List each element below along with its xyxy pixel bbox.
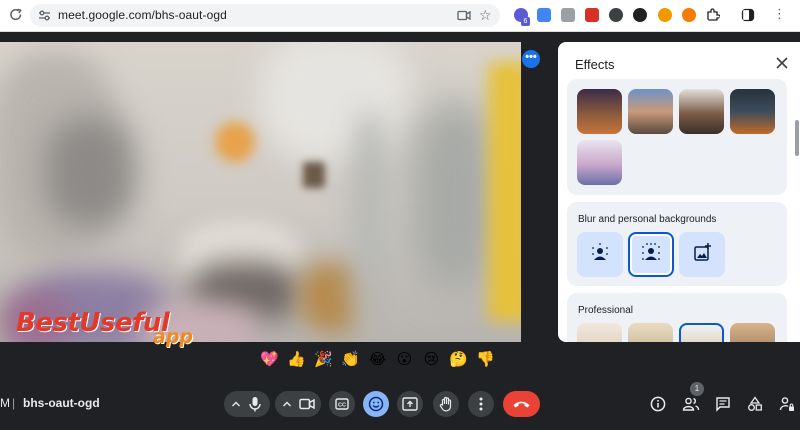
reaction-tears-of-joy[interactable]: 😂 (366, 348, 389, 371)
puzzle-icon[interactable] (706, 8, 720, 22)
camera-control (275, 391, 321, 417)
professional-section-title: Professional (578, 305, 634, 316)
extension-orange2-icon[interactable] (682, 8, 696, 22)
call-end-icon (513, 401, 530, 408)
blur-section-title: Blur and personal backgrounds (578, 214, 717, 225)
mic-icon[interactable] (248, 396, 262, 412)
backgrounds-card (567, 79, 787, 195)
panel-scrollbar[interactable] (795, 120, 799, 156)
present-screen-icon (402, 397, 418, 411)
background-thumbnail[interactable] (730, 323, 775, 342)
extension-black-icon[interactable] (633, 8, 647, 22)
url-text: meet.google.com/bhs-oaut-ogd (58, 8, 227, 22)
lock-person-icon[interactable] (779, 396, 795, 412)
reaction-party-popper[interactable]: 🎉 (312, 348, 335, 371)
camera-icon[interactable] (457, 9, 471, 22)
background-thumbnail[interactable] (628, 89, 673, 134)
closed-captions-icon: CC (335, 398, 349, 410)
emoji-effects-icon (368, 396, 384, 412)
slight-blur-icon (592, 243, 608, 260)
separator: | (12, 396, 16, 410)
meeting-code: bhs-oaut-ogd (23, 396, 100, 410)
end-call-button[interactable] (503, 391, 540, 417)
captions-button[interactable]: CC (329, 391, 355, 417)
extension-dark-icon[interactable] (609, 8, 623, 22)
shapes-icon[interactable] (747, 396, 763, 412)
present-button[interactable] (397, 391, 423, 417)
watermark-logo: BestUseful (16, 308, 170, 338)
background-thumbnail[interactable] (679, 323, 724, 342)
watermark-logo-sub: app (153, 326, 194, 348)
more-options-button[interactable] (468, 391, 494, 417)
svg-text:CC: CC (338, 402, 346, 408)
background-thumbnail[interactable] (577, 140, 622, 185)
participant-count-badge: 1 (690, 382, 704, 396)
reactions-bar: 💖 👍 🎉 👏 😂 😮 😢 🤔 👎 (258, 348, 497, 376)
browser-toolbar: meet.google.com/bhs-oaut-ogd ☆ 6 ⋮ (0, 0, 800, 32)
video-more-options-button[interactable]: ••• (522, 50, 540, 68)
extension-s-icon[interactable] (585, 8, 599, 22)
browser-menu-icon[interactable]: ⋮ (773, 7, 786, 21)
close-icon[interactable] (774, 55, 790, 71)
add-image-icon (694, 243, 711, 261)
background-thumbnail[interactable] (628, 323, 673, 342)
videocam-icon[interactable] (299, 397, 315, 411)
add-background-button[interactable] (679, 232, 725, 277)
clock-text-partial: M (0, 396, 10, 410)
chat-icon[interactable] (715, 396, 731, 412)
info-icon[interactable] (650, 396, 666, 412)
chevron-up-icon[interactable] (282, 399, 292, 409)
effects-panel: Effects Blur and personal backgrounds Pr… (558, 42, 800, 342)
professional-card: Professional (567, 293, 787, 342)
address-bar[interactable]: meet.google.com/bhs-oaut-ogd ☆ (30, 4, 500, 27)
reload-icon[interactable] (9, 8, 23, 22)
blur-background-icon (642, 243, 660, 260)
chevron-up-icon[interactable] (231, 399, 241, 409)
extension-badge: 6 (521, 17, 530, 26)
star-icon[interactable]: ☆ (479, 7, 492, 23)
background-thumbnail[interactable] (730, 89, 775, 134)
effects-button[interactable] (363, 391, 389, 417)
more-vert-icon (479, 397, 483, 411)
microphone-control (224, 391, 270, 417)
tune-icon[interactable] (38, 9, 51, 22)
panel-title: Effects (575, 57, 615, 72)
reaction-crying[interactable]: 😢 (420, 348, 443, 371)
translate-icon[interactable] (537, 8, 551, 22)
people-icon[interactable] (682, 396, 700, 412)
reaction-surprised[interactable]: 😮 (393, 348, 416, 371)
background-thumbnail[interactable] (679, 89, 724, 134)
background-thumbnail[interactable] (577, 89, 622, 134)
blur-card: Blur and personal backgrounds (567, 202, 787, 286)
side-panel-icon[interactable] (741, 8, 755, 22)
hand-icon (439, 396, 452, 412)
reaction-thumbs-up[interactable]: 👍 (285, 348, 308, 371)
self-video-feed (0, 42, 521, 342)
reaction-thinking[interactable]: 🤔 (447, 348, 470, 371)
extension-orange-icon[interactable] (658, 8, 672, 22)
reaction-thumbs-down[interactable]: 👎 (474, 348, 497, 371)
background-thumbnail[interactable] (577, 323, 622, 342)
blur-background-button[interactable] (628, 232, 674, 277)
reaction-sparkling-heart[interactable]: 💖 (258, 348, 281, 371)
reaction-clapping[interactable]: 👏 (339, 348, 362, 371)
slight-blur-button[interactable] (577, 232, 623, 277)
screenshot-camera-icon[interactable] (561, 8, 575, 22)
raise-hand-button[interactable] (433, 391, 459, 417)
